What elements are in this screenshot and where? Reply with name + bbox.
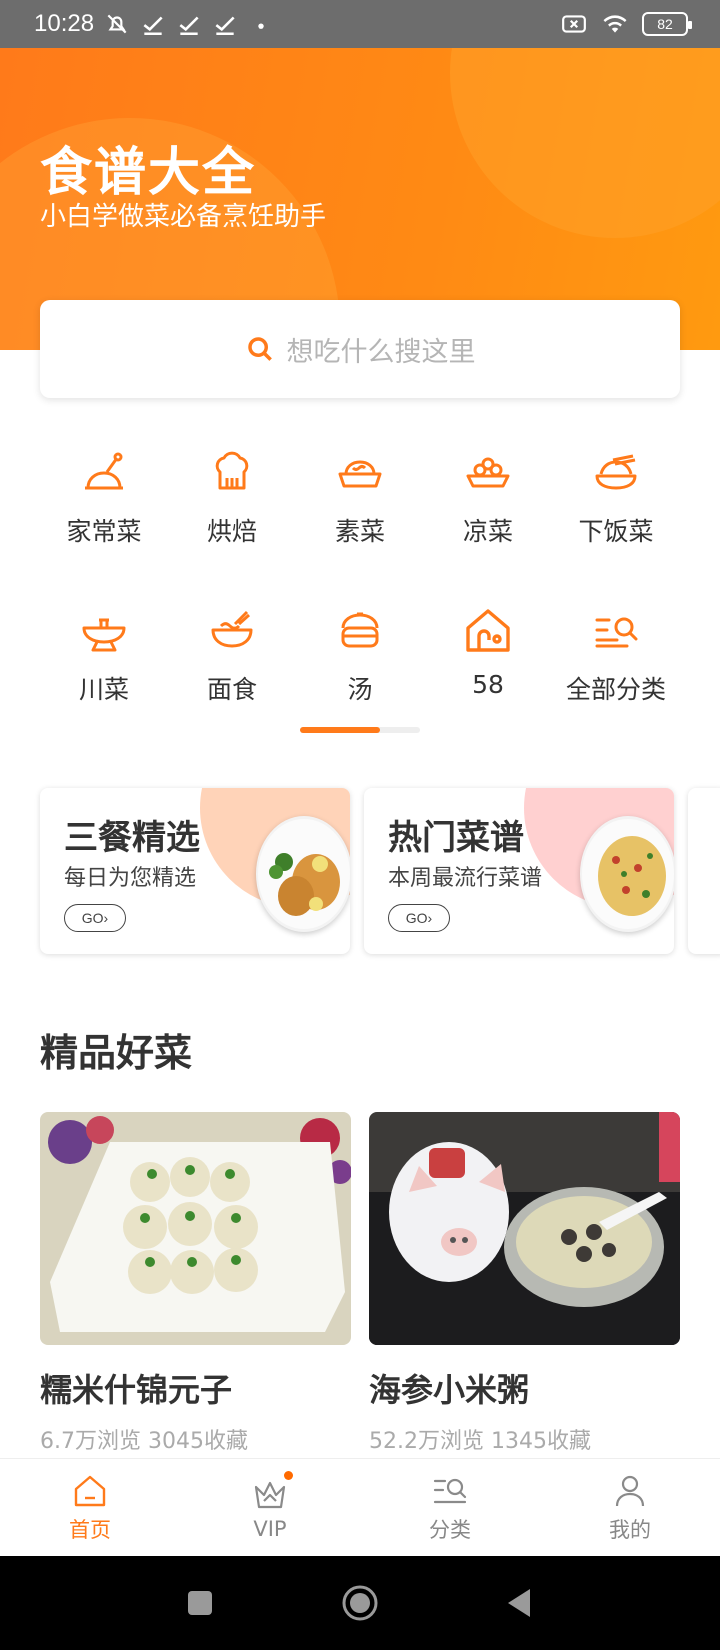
nav-label: 分类 <box>429 1517 471 1542</box>
home-button-icon[interactable] <box>340 1583 380 1623</box>
pager-thumb <box>300 727 380 733</box>
go-button[interactable]: GO› <box>64 904 126 932</box>
notifications-off-icon <box>107 14 127 34</box>
status-time: 10:28 <box>34 10 95 37</box>
nav-profile[interactable]: 我的 <box>540 1459 720 1556</box>
nav-category[interactable]: 分类 <box>360 1459 540 1556</box>
category-label: 烘焙 <box>206 517 257 546</box>
rice-dish-icon <box>595 454 637 490</box>
nav-vip[interactable]: VIP <box>180 1459 360 1556</box>
category-vegetable[interactable]: 素菜 <box>296 448 424 548</box>
system-navigation-bar <box>0 1556 720 1650</box>
app-screen: 10:28 82 食谱大全 小白学做菜必备烹饪助手 想吃什么搜这里 家常菜 烘焙… <box>0 0 720 1650</box>
nav-label: 我的 <box>609 1517 651 1542</box>
category-pager <box>300 727 420 733</box>
category-sichuan[interactable]: 川菜 <box>40 606 168 706</box>
promo-carousel[interactable]: 三餐精选 每日为您精选 GO› 热门菜谱 本周最流行菜谱 GO› <box>40 788 720 956</box>
check-icon <box>143 16 163 36</box>
section-title: 精品好菜 <box>40 1031 193 1075</box>
dish-grid: 糯米什锦元子 6.7万浏览 3045收藏 海参小米粥 52.2万浏览 1345收… <box>40 1112 680 1455</box>
app-subtitle: 小白学做菜必备烹饪助手 <box>40 202 327 232</box>
go-button[interactable]: GO› <box>388 904 450 932</box>
battery-icon: 82 <box>642 12 692 36</box>
dish-name: 糯米什锦元子 <box>40 1371 233 1409</box>
soup-icon <box>341 612 379 648</box>
check-icon <box>179 16 199 36</box>
recent-apps-icon[interactable] <box>180 1583 220 1623</box>
category-label: 58 <box>472 670 504 699</box>
status-bar: 10:28 82 <box>0 0 720 48</box>
category-label: 汤 <box>347 675 373 704</box>
category-label: 家常菜 <box>66 517 142 546</box>
home-icon <box>74 1475 106 1506</box>
category-grid: 家常菜 烘焙 素菜 凉菜 下饭菜 川菜 面食 汤 58 全部分类 <box>40 448 680 706</box>
category-rice-dish[interactable]: 下饭菜 <box>552 448 680 548</box>
category-soup[interactable]: 汤 <box>296 606 424 706</box>
dish-image <box>40 1112 351 1345</box>
category-label: 凉菜 <box>462 517 513 546</box>
wifi-icon <box>603 15 627 33</box>
promo-image <box>256 816 350 932</box>
home-dish-icon <box>85 452 123 490</box>
category-home-dish[interactable]: 家常菜 <box>40 448 168 548</box>
nav-label: VIP <box>253 1516 287 1541</box>
nav-home[interactable]: 首页 <box>0 1459 180 1556</box>
category-label: 下饭菜 <box>578 517 654 546</box>
profile-icon <box>615 1475 645 1506</box>
promo-title: 三餐精选 <box>64 818 200 858</box>
category-label: 面食 <box>206 675 257 704</box>
dish-card[interactable]: 糯米什锦元子 6.7万浏览 3045收藏 <box>40 1112 351 1455</box>
category-search-icon <box>595 617 638 648</box>
dish-image <box>369 1112 680 1345</box>
nav-label: 首页 <box>69 1517 111 1542</box>
bakery-icon <box>215 451 249 490</box>
category-all[interactable]: 全部分类 <box>552 606 680 706</box>
cold-dish-icon <box>466 457 510 488</box>
battery-level: 82 <box>657 16 673 32</box>
category-bakery[interactable]: 烘焙 <box>168 448 296 548</box>
app-title: 食谱大全 <box>40 143 257 203</box>
house-icon <box>466 609 510 652</box>
category-list-icon <box>433 1478 467 1503</box>
promo-subtitle: 本周最流行菜谱 <box>388 866 543 891</box>
search-input[interactable]: 想吃什么搜这里 <box>40 300 680 398</box>
crown-icon <box>254 1481 286 1508</box>
category-58[interactable]: 58 <box>424 606 552 706</box>
category-label: 川菜 <box>78 675 129 704</box>
category-noodle[interactable]: 面食 <box>168 606 296 706</box>
category-label: 全部分类 <box>565 675 666 704</box>
check-icon <box>215 16 235 36</box>
vegetable-dish-icon <box>338 460 382 488</box>
sichuan-dish-icon <box>82 618 126 652</box>
promo-subtitle: 每日为您精选 <box>64 866 197 891</box>
dish-card[interactable]: 海参小米粥 52.2万浏览 1345收藏 <box>369 1112 680 1455</box>
dish-stats: 52.2万浏览 1345收藏 <box>369 1429 591 1454</box>
search-icon <box>247 337 272 361</box>
promo-card-next[interactable] <box>688 788 720 954</box>
promo-card-meals[interactable]: 三餐精选 每日为您精选 GO› <box>40 788 350 954</box>
back-icon[interactable] <box>500 1583 540 1623</box>
vip-badge-dot <box>284 1471 293 1480</box>
dish-name: 海参小米粥 <box>369 1371 530 1409</box>
promo-title: 热门菜谱 <box>388 818 524 858</box>
promo-image <box>580 816 674 932</box>
bottom-navigation: 首页 VIP 分类 我的 <box>0 1458 720 1556</box>
search-placeholder: 想吃什么搜这里 <box>286 336 476 368</box>
sim-off-icon <box>562 15 586 33</box>
status-notification-icons <box>104 11 274 37</box>
noodle-icon <box>211 610 253 648</box>
promo-card-popular[interactable]: 热门菜谱 本周最流行菜谱 GO› <box>364 788 674 954</box>
category-label: 素菜 <box>334 517 385 546</box>
category-cold-dish[interactable]: 凉菜 <box>424 448 552 548</box>
dot-icon <box>258 23 264 29</box>
status-system-icons: 82 <box>560 11 692 37</box>
dish-stats: 6.7万浏览 3045收藏 <box>40 1429 248 1454</box>
